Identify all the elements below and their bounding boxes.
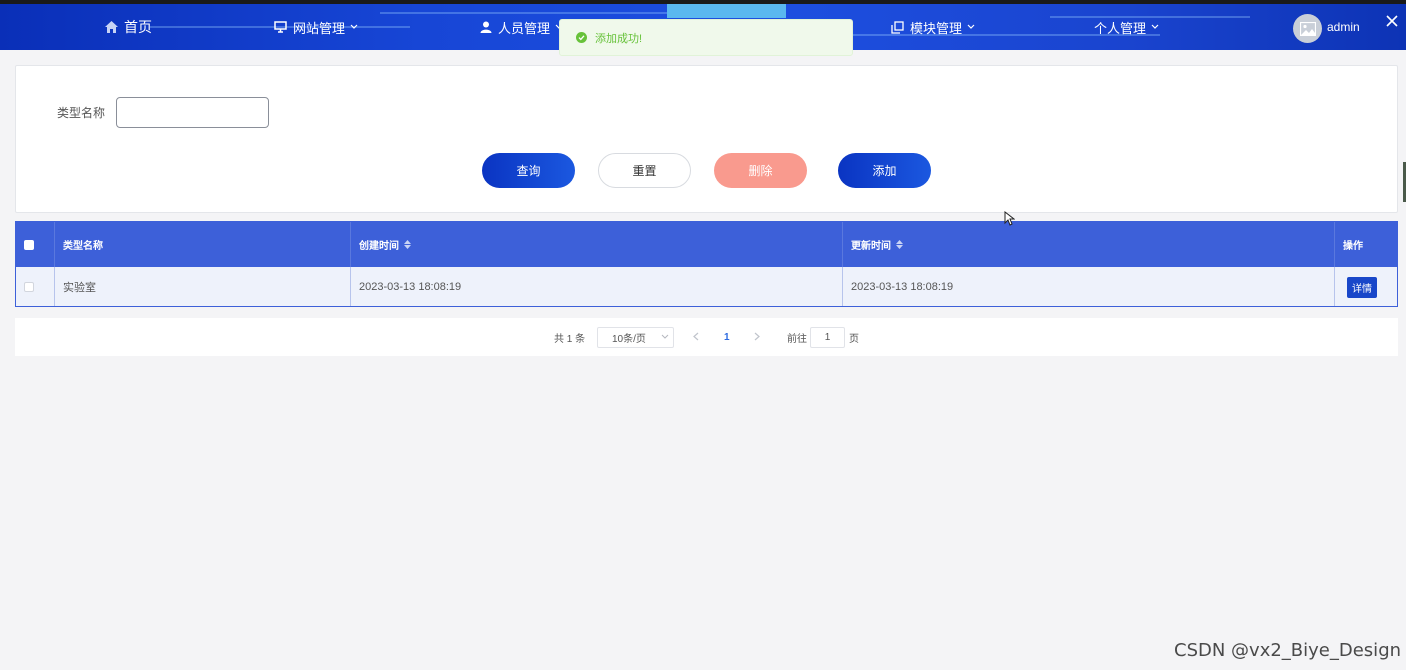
csdn-watermark: CSDN @vx2_Biye_Design [1174, 640, 1402, 661]
pagination-total: 共 1 条 [554, 333, 586, 345]
nav-module-label: 模块管理 [910, 20, 963, 36]
header-created[interactable]: 创建时间 [351, 222, 843, 267]
page-size-value: 10条/页 [612, 334, 646, 345]
header-checkbox-cell [16, 222, 55, 267]
reset-button[interactable]: 重置 [598, 153, 691, 188]
avatar[interactable] [1293, 14, 1322, 43]
header-type-name-label: 类型名称 [63, 241, 103, 252]
type-name-input[interactable] [116, 97, 269, 128]
header-updated-label: 更新时间 [851, 241, 891, 252]
nav-active-indicator [667, 4, 786, 18]
nav-staff[interactable]: 人员管理 [480, 4, 563, 50]
add-button[interactable]: 添加 [838, 153, 931, 188]
header-action-label: 操作 [1343, 241, 1363, 252]
search-panel: 类型名称 查询 重置 删除 添加 [15, 65, 1398, 213]
home-icon [105, 21, 118, 33]
toast-message: 添加成功! [595, 32, 643, 45]
query-button[interactable]: 查询 [482, 153, 575, 188]
mouse-cursor-icon [1004, 211, 1015, 226]
sort-icon[interactable] [404, 240, 411, 249]
row-checkbox-cell [16, 267, 55, 306]
nav-home-label: 首页 [124, 19, 152, 35]
table-header: 类型名称 创建时间 更新时间 操作 [16, 222, 1397, 267]
data-table: 类型名称 创建时间 更新时间 操作 实验室 2023-03-13 18:08:1… [15, 221, 1398, 307]
page-size-select[interactable]: 10条/页 [597, 327, 674, 348]
current-page[interactable]: 1 [724, 318, 730, 356]
header-created-label: 创建时间 [359, 241, 399, 252]
next-page-icon[interactable] [754, 332, 760, 341]
user-icon [480, 21, 492, 33]
nav-personal[interactable]: 个人管理 [1094, 4, 1159, 50]
chevron-down-icon [661, 334, 669, 339]
row-type-name: 实验室 [55, 267, 351, 306]
chevron-down-icon [1151, 24, 1159, 29]
goto-label: 前往 [787, 333, 807, 345]
nav-website-label: 网站管理 [293, 20, 346, 36]
pagination: 共 1 条 10条/页 1 前往 页 [15, 318, 1398, 356]
delete-button[interactable]: 删除 [714, 153, 807, 188]
nav-staff-label: 人员管理 [498, 20, 551, 36]
row-updated: 2023-03-13 18:08:19 [843, 267, 1335, 306]
nav-personal-label: 个人管理 [1094, 20, 1147, 36]
monitor-icon [274, 21, 287, 33]
copy-icon [891, 20, 904, 34]
close-icon[interactable] [1383, 12, 1401, 30]
header-updated[interactable]: 更新时间 [843, 222, 1335, 267]
type-name-label: 类型名称 [57, 106, 106, 120]
row-created: 2023-03-13 18:08:19 [351, 267, 843, 306]
nav-home[interactable]: 首页 [105, 4, 152, 50]
check-circle-icon [576, 32, 587, 43]
chevron-down-icon [967, 24, 975, 29]
prev-page-icon[interactable] [693, 332, 699, 341]
page-unit-label: 页 [849, 333, 859, 345]
row-checkbox[interactable] [24, 282, 34, 292]
nav-module[interactable]: 模块管理 [891, 4, 975, 50]
sort-icon[interactable] [896, 240, 903, 249]
select-all-checkbox[interactable] [24, 239, 34, 250]
header-action: 操作 [1335, 222, 1397, 267]
nav-website[interactable]: 网站管理 [274, 4, 358, 50]
success-toast: 添加成功! [559, 19, 853, 56]
chevron-down-icon [350, 24, 358, 29]
detail-button[interactable]: 详情 [1347, 276, 1377, 298]
image-icon [1299, 21, 1316, 36]
user-name[interactable]: admin [1327, 4, 1360, 50]
table-row: 实验室 2023-03-13 18:08:19 2023-03-13 18:08… [16, 267, 1397, 306]
header-type-name: 类型名称 [55, 222, 351, 267]
goto-page-input[interactable] [810, 327, 845, 348]
row-action: 详情 [1335, 267, 1397, 306]
